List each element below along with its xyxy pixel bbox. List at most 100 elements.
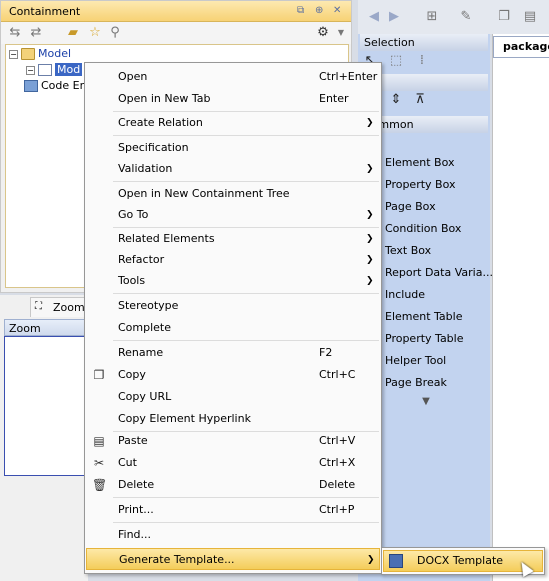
menu-separator [113, 293, 379, 294]
menu-item-label: Open in New Tab [118, 92, 211, 105]
menu-item-related-elements[interactable]: Related Elements ❯ [86, 228, 380, 250]
palette-item-helper-tool[interactable]: Helper Tool [385, 351, 446, 371]
zoom-canvas[interactable] [4, 336, 88, 476]
palette-item-page-break[interactable]: Page Break [385, 373, 447, 393]
menu-item-shortcut: F2 [319, 346, 333, 359]
close-panel-icon[interactable]: ✕ [333, 5, 341, 16]
back-icon[interactable]: ◀ [366, 9, 382, 25]
palette-item-element-table[interactable]: Element Table [385, 307, 462, 327]
menu-item-open[interactable]: Open Ctrl+Enter [86, 66, 380, 88]
menu-item-complete[interactable]: Complete [86, 317, 380, 339]
menu-item-shortcut: Delete [319, 478, 356, 491]
search-icon[interactable]: ⚲ [107, 25, 123, 41]
palette-selection-header[interactable]: Selection [360, 34, 488, 51]
menu-item-label: Related Elements [118, 232, 215, 245]
menu-item-go-to[interactable]: Go To ❯ [86, 204, 380, 226]
align-icon[interactable]: ⊼ [412, 92, 428, 108]
palette-item-include[interactable]: Include [385, 285, 425, 305]
menu-item-label: Generate Template... [119, 553, 235, 566]
zoom-panel: ⛶ Zoom Zoom [0, 295, 88, 581]
menu-item-copy[interactable]: ❐ Copy Ctrl+C [86, 364, 380, 386]
collapse-icon[interactable]: ⇆ [7, 25, 23, 41]
chevron-down-icon[interactable]: ▼ [333, 25, 349, 41]
submenu-arrow-icon: ❯ [366, 234, 374, 244]
menu-item-paste[interactable]: ▤ Paste Ctrl+V [86, 430, 380, 452]
zoom-title: Zoom [9, 322, 41, 335]
copy-icon: ❐ [93, 368, 105, 382]
menu-item-label: Open in New Containment Tree [118, 187, 290, 200]
grid-select-icon[interactable]: ⁞ [414, 53, 430, 69]
menu-item-stereotype[interactable]: Stereotype [86, 295, 380, 317]
menu-separator [113, 135, 379, 136]
containment-title: Containment [9, 5, 81, 18]
forward-icon[interactable]: ▶ [386, 9, 402, 25]
tree-node-label: Model [38, 47, 72, 60]
menu-separator [113, 522, 379, 523]
star-icon[interactable]: ☆ [87, 25, 103, 41]
document-icon [38, 64, 52, 76]
palette-item-condition-box[interactable]: Condition Box [385, 219, 461, 239]
palette-item-element-box[interactable]: Element Box [385, 153, 455, 173]
diagram-area[interactable]: package [492, 34, 549, 581]
copy-toolbar-icon[interactable]: ❐ [496, 9, 512, 25]
menu-item-label: Find... [118, 528, 152, 541]
menu-item-open-in-new-tab[interactable]: Open in New Tab Enter [86, 88, 380, 110]
menu-item-label: Rename [118, 346, 164, 359]
vertical-spacing-icon[interactable]: ⇕ [388, 92, 404, 108]
main-toolbar: ◀ ▶ ⊞ ✎ ❐ ▤ [358, 0, 549, 34]
menu-item-delete[interactable]: 🗑 Delete Delete [86, 474, 380, 496]
tree-node-mod[interactable]: − Mod [26, 62, 83, 78]
tree-node-label: Code En [41, 79, 87, 92]
menu-item-open-in-new-containment-tree[interactable]: Open in New Containment Tree [86, 183, 380, 205]
menu-item-shortcut: Enter [319, 92, 349, 105]
menu-item-find[interactable]: Find... [86, 524, 380, 546]
scroll-down-icon[interactable]: ▼ [418, 394, 434, 410]
pin-icon[interactable]: ⊕ [315, 5, 323, 16]
delete-icon: 🗑 [92, 478, 108, 492]
open-folder-icon[interactable]: ▰ [65, 25, 81, 41]
layout-icon[interactable]: ⊞ [424, 9, 440, 25]
menu-item-shortcut: Ctrl+Enter [319, 70, 378, 83]
collapse-toggle-icon[interactable]: − [9, 49, 18, 59]
menu-item-label: Refactor [118, 253, 165, 266]
menu-item-cut[interactable]: ✂ Cut Ctrl+X [86, 452, 380, 474]
menu-item-label: Open [118, 70, 148, 83]
zoom-tab[interactable]: ⛶ Zoom [30, 297, 88, 317]
paste-toolbar-icon[interactable]: ▤ [522, 9, 538, 25]
edit-icon[interactable]: ✎ [458, 9, 474, 25]
menu-item-copy-url[interactable]: Copy URL [86, 386, 380, 408]
menu-item-label: Copy URL [118, 390, 172, 403]
menu-item-label: Create Relation [118, 116, 203, 129]
menu-item-tools[interactable]: Tools ❯ [86, 270, 380, 292]
expand-icon[interactable]: ⇄ [28, 25, 44, 41]
menu-item-validation[interactable]: Validation ❯ [86, 158, 380, 180]
menu-item-refactor[interactable]: Refactor ❯ [86, 249, 380, 271]
collapse-toggle-icon[interactable]: − [26, 65, 35, 75]
gear-icon[interactable]: ⚙ [315, 25, 331, 41]
menu-item-copy-element-hyperlink[interactable]: Copy Element Hyperlink [86, 408, 380, 430]
submenu-arrow-icon: ❯ [366, 164, 374, 174]
tree-node-model[interactable]: − Model [9, 46, 71, 62]
palette-item-property-box[interactable]: Property Box [385, 175, 456, 195]
menu-item-shortcut: Ctrl+X [319, 456, 356, 469]
menu-item-print[interactable]: Print... Ctrl+P [86, 499, 380, 521]
menu-separator [113, 497, 379, 498]
menu-item-create-relation[interactable]: Create Relation ❯ [86, 112, 380, 134]
diagram-tab[interactable]: package [493, 36, 549, 58]
menu-item-specification[interactable]: Specification [86, 137, 380, 159]
menu-item-label: Specification [118, 141, 189, 154]
menu-item-generate-template[interactable]: Generate Template... ❯ [86, 548, 380, 570]
marquee-icon[interactable]: ⬚ [388, 53, 404, 69]
palette-item-text-box[interactable]: Text Box [385, 241, 431, 261]
containment-toolbar: ⇆ ⇄ ▰ ☆ ⚲ ⚙ ▼ [1, 22, 351, 44]
float-icon[interactable]: ⧉ [297, 5, 304, 16]
menu-item-label: Go To [118, 208, 149, 221]
cut-icon: ✂ [93, 456, 105, 470]
submenu-arrow-icon: ❯ [366, 118, 374, 128]
palette-item-report-data-variable[interactable]: Report Data Varia... [385, 263, 493, 283]
menu-item-shortcut: Ctrl+V [319, 434, 356, 447]
menu-item-rename[interactable]: Rename F2 [86, 342, 380, 364]
tree-node-code-engineering[interactable]: Code En [24, 78, 87, 94]
palette-item-property-table[interactable]: Property Table [385, 329, 464, 349]
palette-item-page-box[interactable]: Page Box [385, 197, 436, 217]
